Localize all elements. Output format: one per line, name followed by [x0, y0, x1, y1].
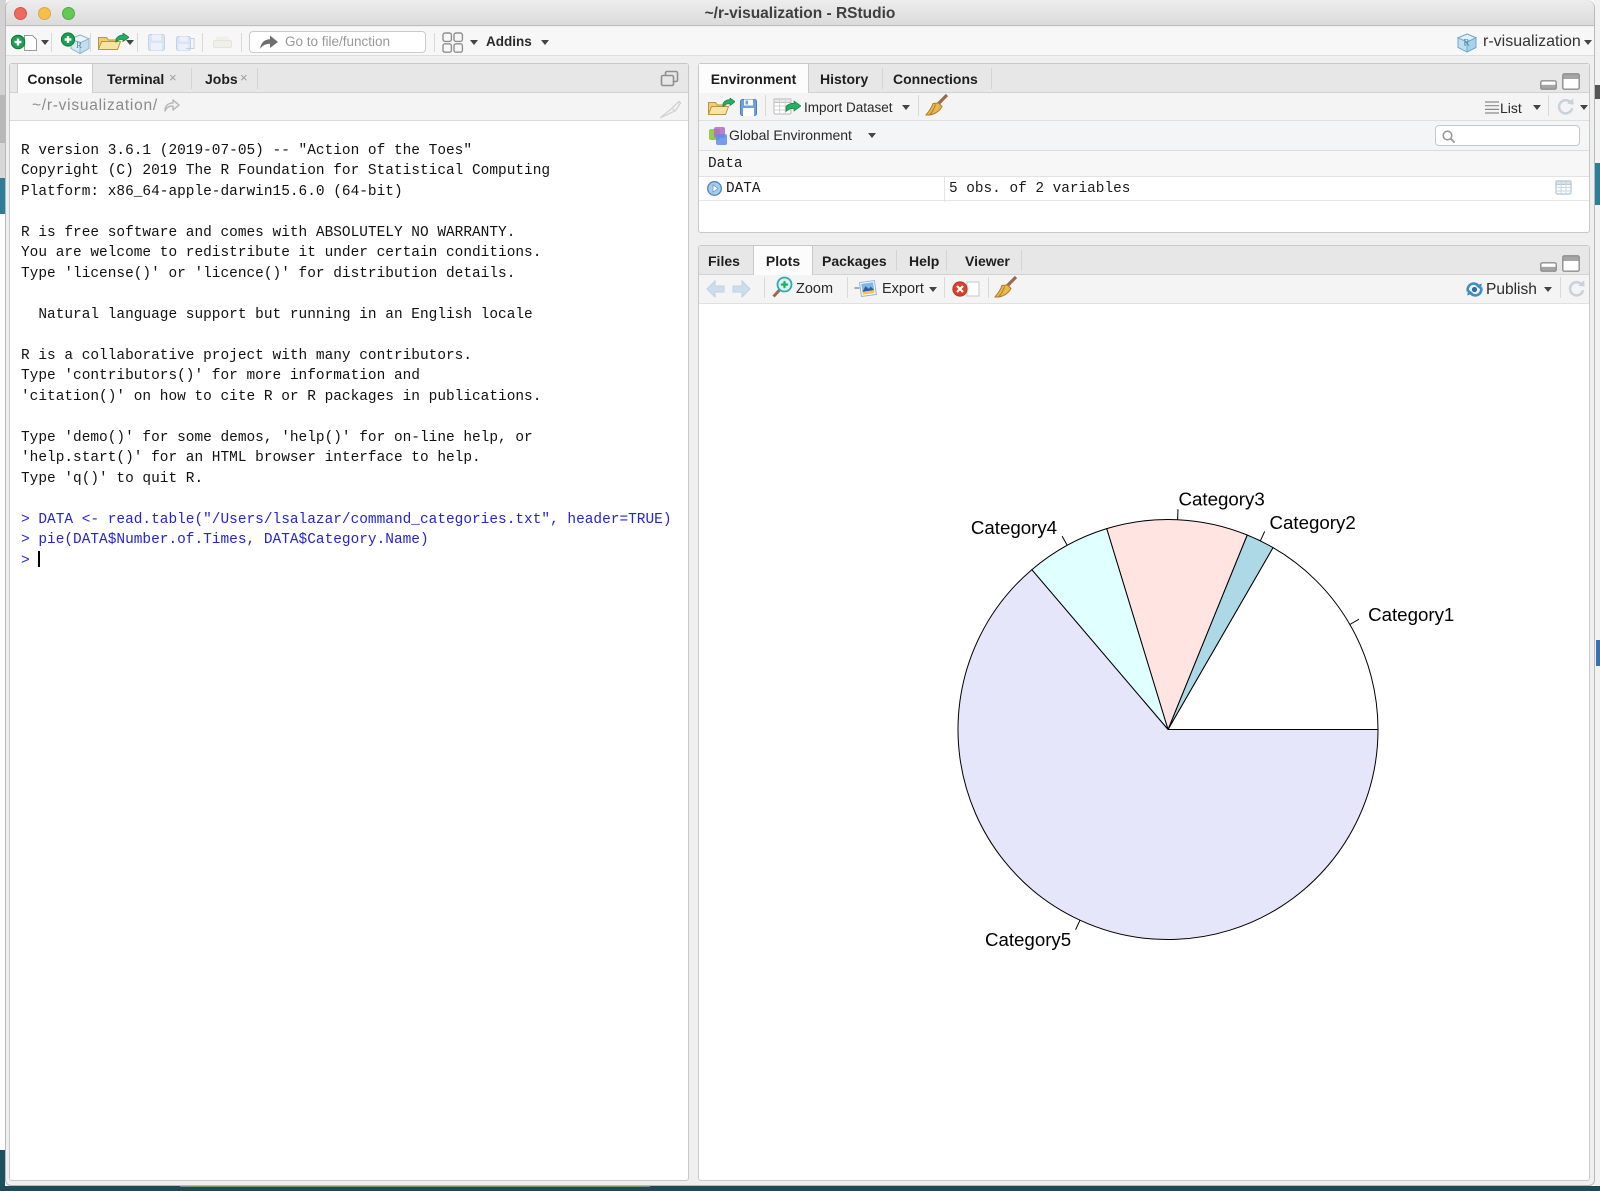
svg-text:Category2: Category2 — [1270, 512, 1356, 533]
svg-text:Category4: Category4 — [971, 517, 1057, 538]
svg-text:R: R — [76, 40, 82, 50]
svg-text:Category1: Category1 — [1368, 604, 1454, 625]
svg-text:R: R — [1464, 38, 1470, 48]
svg-text:Category5: Category5 — [985, 929, 1071, 950]
svg-text:Category3: Category3 — [1179, 489, 1265, 510]
